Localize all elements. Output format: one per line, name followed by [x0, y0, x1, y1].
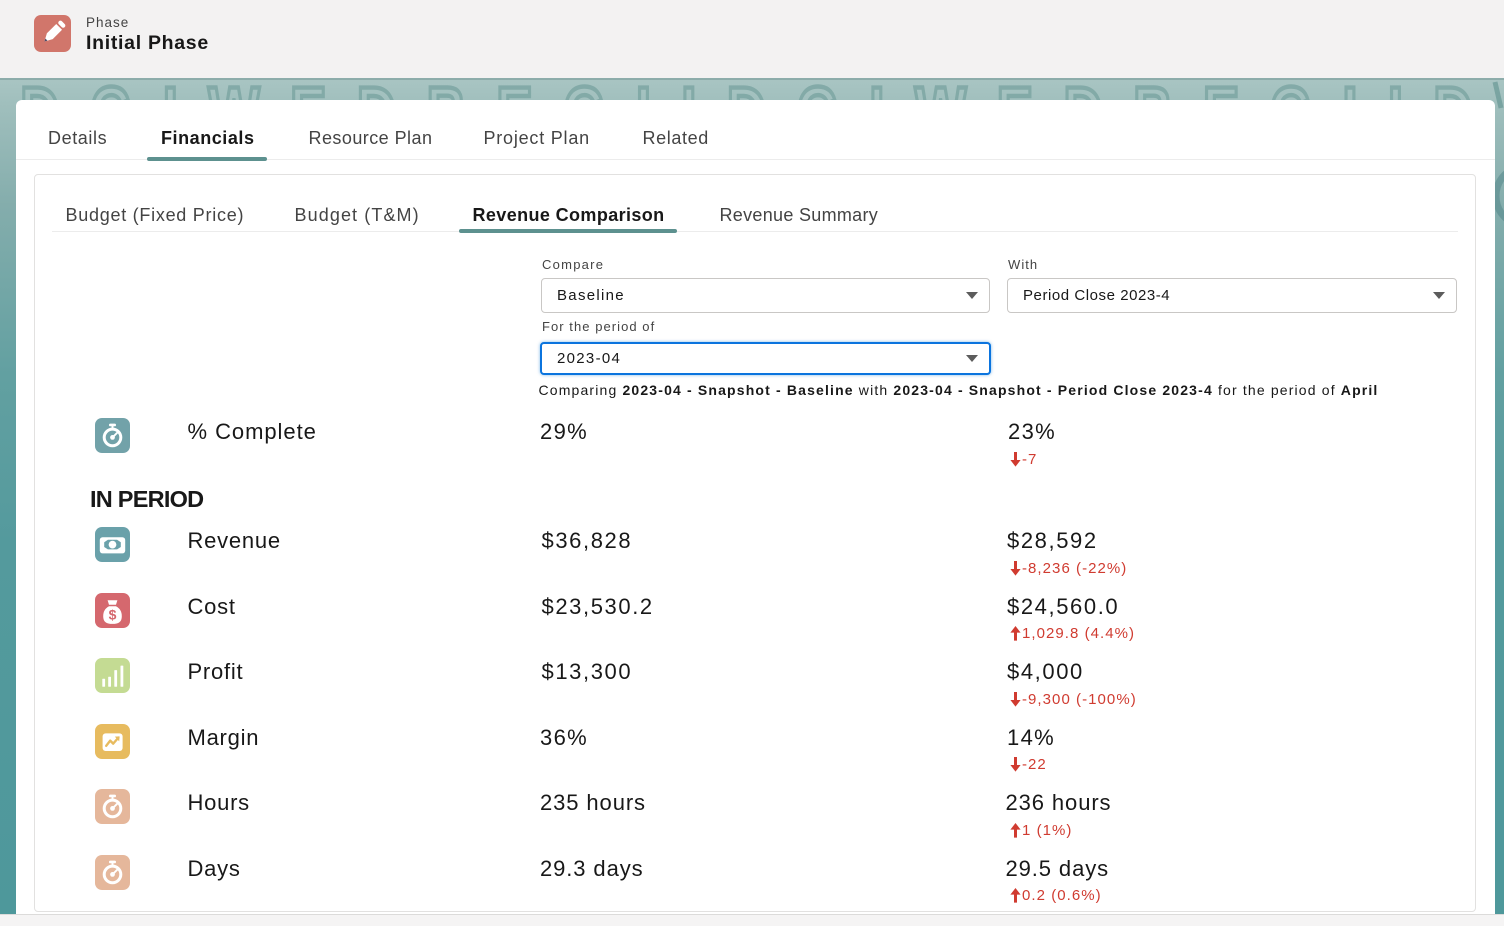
- svg-text:$: $: [109, 606, 117, 622]
